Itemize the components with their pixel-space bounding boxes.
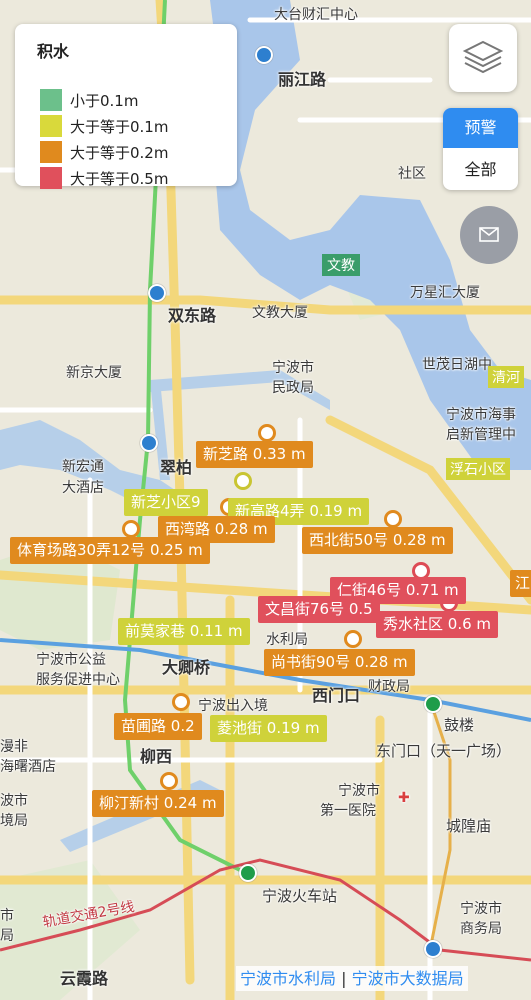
road-label: 柳西 [140, 747, 173, 766]
poi-label: 宁波市公益 [36, 652, 106, 668]
hospital-icon: ✚ [398, 790, 410, 806]
poi-label: 漫非 [0, 739, 28, 755]
legend-label: 大于等于0.1m [70, 117, 169, 136]
flood-label[interactable]: 新芝路 0.33 m [196, 441, 313, 468]
poi-label: 市 [0, 908, 14, 924]
road-label: 翠柏 [160, 458, 193, 477]
flood-label[interactable]: 尚书街90号 0.28 m [264, 649, 415, 676]
layers-button[interactable] [449, 24, 517, 92]
legend-swatch [40, 167, 62, 189]
poi-label: 社区 [398, 166, 426, 182]
map-credits: 宁波市水利局 | 宁波市大数据局 [236, 966, 468, 991]
flood-marker[interactable] [258, 424, 276, 442]
poi-label: 新宏通 [62, 459, 104, 475]
flood-label[interactable]: 体育场路30弄12号 0.25 m [10, 537, 210, 564]
poi-label: 新京大厦 [66, 365, 122, 381]
poi-label: 宁波市海事 [446, 407, 516, 423]
flood-label[interactable]: 秀水社区 0.6 m [376, 611, 499, 638]
flood-label[interactable]: 西北街50号 0.28 m [302, 527, 453, 554]
legend-swatch [40, 89, 62, 111]
poi-label: 浮石小区 [446, 458, 510, 480]
road-label: 双东路 [168, 306, 217, 325]
poi-label: 第一医院 [320, 803, 376, 819]
poi-label: 宁波市 [338, 783, 380, 799]
filter-panel: 预警 全部 [443, 108, 518, 190]
legend-swatch [40, 115, 62, 137]
poi-label: 宁波市 [272, 360, 314, 376]
poi-label: 水利局 [266, 632, 308, 648]
poi-label: 清河 [488, 366, 524, 388]
message-button[interactable] [460, 206, 518, 264]
flood-label[interactable]: 柳汀新村 0.24 m [92, 790, 224, 817]
flood-label[interactable]: 江 [510, 570, 531, 597]
flood-legend: 积水 小于0.1m 大于等于0.1m 大于等于0.2m 大于等于0.5m [15, 24, 237, 189]
poi-label: 宁波出入境 [198, 698, 268, 714]
flood-marker[interactable] [160, 772, 178, 790]
poi-label: 海曙酒店 [0, 759, 56, 775]
poi-label: 宁波市 [460, 901, 502, 917]
flood-marker[interactable] [122, 520, 140, 538]
poi-label: 城隍庙 [446, 817, 492, 835]
flood-label[interactable]: 文昌街76号 0.5 [258, 596, 380, 623]
poi-label: 世茂日湖中 [422, 357, 492, 373]
flood-label[interactable]: 新芝小区9 [124, 489, 208, 516]
road-label: 云霞路 [60, 969, 109, 988]
envelope-icon [479, 227, 499, 242]
metro-station-icon [148, 284, 166, 302]
metro-station-icon [140, 434, 158, 452]
road-sign-label: 文教 [322, 254, 360, 276]
poi-label: 民政局 [272, 380, 314, 396]
poi-label: 财政局 [368, 679, 410, 695]
road-label: 大卿桥 [162, 658, 211, 677]
legend-title: 积水 [37, 42, 70, 61]
legend-item: 大于等于0.5m [40, 167, 169, 189]
poi-label: 服务促进中心 [36, 672, 120, 688]
credit-separator: | [341, 969, 347, 988]
credit-bigdata-bureau[interactable]: 宁波市大数据局 [352, 969, 464, 988]
poi-label: 大酒店 [62, 480, 104, 496]
legend-item: 小于0.1m [40, 89, 139, 111]
flood-marker[interactable] [172, 693, 190, 711]
poi-label: 鼓楼 [444, 716, 475, 734]
metro-station-icon [424, 940, 442, 958]
flood-marker[interactable] [234, 472, 252, 490]
flood-label[interactable]: 苗圃路 0.2 [114, 713, 202, 740]
metro-station-icon [255, 46, 273, 64]
poi-label: 东门口（天一广场） [376, 742, 512, 760]
metro-station-icon [424, 695, 442, 713]
road-label: 丽江路 [278, 70, 327, 89]
poi-label: 波市 [0, 793, 28, 809]
flood-marker[interactable] [384, 510, 402, 528]
legend-item: 大于等于0.2m [40, 141, 169, 163]
poi-label: 万星汇大厦 [410, 285, 480, 301]
poi-label: 文教大厦 [252, 305, 308, 321]
legend-item: 大于等于0.1m [40, 115, 169, 137]
poi-label: 宁波火车站 [262, 887, 338, 905]
poi-label: 境局 [0, 813, 28, 829]
poi-label: 大台财汇中心 [274, 7, 358, 23]
layers-icon [462, 40, 504, 74]
metro-station-icon [239, 864, 257, 882]
legend-label: 大于等于0.5m [70, 169, 169, 188]
legend-swatch [40, 141, 62, 163]
flood-label[interactable]: 菱池街 0.19 m [210, 715, 327, 742]
legend-label: 大于等于0.2m [70, 143, 169, 162]
legend-label: 小于0.1m [70, 91, 139, 110]
poi-label: 商务局 [460, 921, 502, 937]
road-label: 西门口 [312, 686, 361, 705]
warning-filter-button[interactable]: 预警 [443, 108, 518, 148]
poi-label: 局 [0, 928, 14, 944]
all-filter-button[interactable]: 全部 [443, 150, 518, 190]
flood-marker[interactable] [344, 630, 362, 648]
credit-water-bureau[interactable]: 宁波市水利局 [240, 969, 336, 988]
poi-label: 启新管理中 [446, 427, 516, 443]
flood-label[interactable]: 前莫家巷 0.11 m [118, 618, 250, 645]
